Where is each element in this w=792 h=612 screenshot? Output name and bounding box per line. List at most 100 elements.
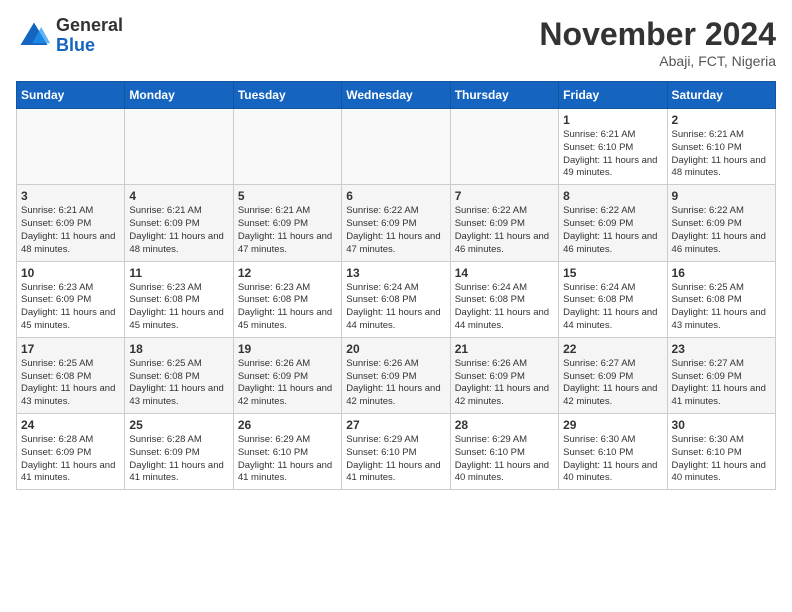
calendar-cell: 21 Sunrise: 6:26 AM Sunset: 6:09 PM Dayli… [450, 337, 558, 413]
day-info: Sunrise: 6:29 AM Sunset: 6:10 PM Dayligh… [346, 434, 445, 485]
day-number: 17 [21, 342, 120, 356]
calendar-cell: 27Sunrise: 6:29 AM Sunset: 6:10 PM Dayli… [342, 414, 450, 490]
calendar-week: 3 Sunrise: 6:21 AM Sunset: 6:09 PM Daylig… [17, 185, 776, 261]
calendar-week: 17 Sunrise: 6:25 AM Sunset: 6:08 PM Dayli… [17, 337, 776, 413]
day-number: 6 [346, 189, 445, 203]
calendar-cell: 29 Sunrise: 6:30 AM Sunset: 6:10 PM Dayli… [559, 414, 667, 490]
calendar-cell [125, 109, 233, 185]
day-number: 18 [129, 342, 228, 356]
calendar-cell: 9Sunrise: 6:22 AM Sunset: 6:09 PM Daylig… [667, 185, 775, 261]
day-info: Sunrise: 6:26 AM Sunset: 6:09 PM Dayligh… [346, 358, 445, 409]
day-info: Sunrise: 6:21 AM Sunset: 6:09 PM Dayligh… [238, 205, 337, 256]
calendar-cell: 18 Sunrise: 6:25 AM Sunset: 6:08 PM Dayli… [125, 337, 233, 413]
day-info: Sunrise: 6:28 AM Sunset: 6:09 PM Dayligh… [129, 434, 228, 485]
day-number: 28 [455, 418, 554, 432]
day-info: Sunrise: 6:22 AM Sunset: 6:09 PM Dayligh… [346, 205, 445, 256]
day-info: Sunrise: 6:29 AM Sunset: 6:10 PM Dayligh… [455, 434, 554, 485]
day-info: Sunrise: 6:21 AM Sunset: 6:09 PM Dayligh… [21, 205, 120, 256]
header: General Blue November 2024 Abaji, FCT, N… [16, 16, 776, 69]
calendar-cell [450, 109, 558, 185]
day-number: 13 [346, 266, 445, 280]
calendar-cell: 10 Sunrise: 6:23 AM Sunset: 6:09 PM Dayli… [17, 261, 125, 337]
day-info: Sunrise: 6:27 AM Sunset: 6:09 PM Dayligh… [672, 358, 771, 409]
calendar-cell [342, 109, 450, 185]
day-info: Sunrise: 6:28 AM Sunset: 6:09 PM Dayligh… [21, 434, 120, 485]
day-info: Sunrise: 6:26 AM Sunset: 6:09 PM Dayligh… [455, 358, 554, 409]
calendar-cell: 25 Sunrise: 6:28 AM Sunset: 6:09 PM Dayli… [125, 414, 233, 490]
logo: General Blue [16, 16, 123, 56]
calendar-cell: 20 Sunrise: 6:26 AM Sunset: 6:09 PM Dayli… [342, 337, 450, 413]
day-info: Sunrise: 6:24 AM Sunset: 6:08 PM Dayligh… [563, 282, 662, 333]
day-info: Sunrise: 6:30 AM Sunset: 6:10 PM Dayligh… [563, 434, 662, 485]
day-number: 21 [455, 342, 554, 356]
calendar-cell: 26 Sunrise: 6:29 AM Sunset: 6:10 PM Dayli… [233, 414, 341, 490]
day-number: 22 [563, 342, 662, 356]
calendar-cell: 19Sunrise: 6:26 AM Sunset: 6:09 PM Dayli… [233, 337, 341, 413]
calendar-cell: 13 Sunrise: 6:24 AM Sunset: 6:08 PM Dayli… [342, 261, 450, 337]
day-number: 9 [672, 189, 771, 203]
day-number: 14 [455, 266, 554, 280]
weekday-header: Thursday [450, 82, 558, 109]
header-row: SundayMondayTuesdayWednesdayThursdayFrid… [17, 82, 776, 109]
logo-blue: Blue [56, 36, 123, 56]
day-number: 2 [672, 113, 771, 127]
day-info: Sunrise: 6:23 AM Sunset: 6:08 PM Dayligh… [238, 282, 337, 333]
calendar-cell: 22 Sunrise: 6:27 AM Sunset: 6:09 PM Dayli… [559, 337, 667, 413]
day-info: Sunrise: 6:25 AM Sunset: 6:08 PM Dayligh… [129, 358, 228, 409]
day-number: 16 [672, 266, 771, 280]
calendar-cell: 6 Sunrise: 6:22 AM Sunset: 6:09 PM Daylig… [342, 185, 450, 261]
day-info: Sunrise: 6:25 AM Sunset: 6:08 PM Dayligh… [672, 282, 771, 333]
calendar-body: 1 Sunrise: 6:21 AM Sunset: 6:10 PM Daylig… [17, 109, 776, 490]
weekday-header: Wednesday [342, 82, 450, 109]
calendar-cell: 24 Sunrise: 6:28 AM Sunset: 6:09 PM Dayli… [17, 414, 125, 490]
day-info: Sunrise: 6:30 AM Sunset: 6:10 PM Dayligh… [672, 434, 771, 485]
calendar-cell: 7 Sunrise: 6:22 AM Sunset: 6:09 PM Daylig… [450, 185, 558, 261]
day-number: 20 [346, 342, 445, 356]
day-info: Sunrise: 6:21 AM Sunset: 6:10 PM Dayligh… [672, 129, 771, 180]
day-number: 7 [455, 189, 554, 203]
calendar-cell: 23Sunrise: 6:27 AM Sunset: 6:09 PM Dayli… [667, 337, 775, 413]
calendar-week: 1 Sunrise: 6:21 AM Sunset: 6:10 PM Daylig… [17, 109, 776, 185]
calendar-cell: 30 Sunrise: 6:30 AM Sunset: 6:10 PM Dayli… [667, 414, 775, 490]
day-number: 25 [129, 418, 228, 432]
day-number: 10 [21, 266, 120, 280]
calendar-cell: 14 Sunrise: 6:24 AM Sunset: 6:08 PM Dayli… [450, 261, 558, 337]
title-block: November 2024 Abaji, FCT, Nigeria [539, 16, 776, 69]
calendar: SundayMondayTuesdayWednesdayThursdayFrid… [16, 81, 776, 490]
logo-text: General Blue [56, 16, 123, 56]
day-number: 3 [21, 189, 120, 203]
day-number: 24 [21, 418, 120, 432]
day-number: 4 [129, 189, 228, 203]
day-info: Sunrise: 6:22 AM Sunset: 6:09 PM Dayligh… [455, 205, 554, 256]
calendar-week: 24 Sunrise: 6:28 AM Sunset: 6:09 PM Dayli… [17, 414, 776, 490]
location: Abaji, FCT, Nigeria [539, 53, 776, 69]
day-info: Sunrise: 6:24 AM Sunset: 6:08 PM Dayligh… [346, 282, 445, 333]
day-number: 8 [563, 189, 662, 203]
calendar-cell: 28 Sunrise: 6:29 AM Sunset: 6:10 PM Dayli… [450, 414, 558, 490]
calendar-cell: 11Sunrise: 6:23 AM Sunset: 6:08 PM Dayli… [125, 261, 233, 337]
day-info: Sunrise: 6:22 AM Sunset: 6:09 PM Dayligh… [563, 205, 662, 256]
day-number: 1 [563, 113, 662, 127]
weekday-header: Friday [559, 82, 667, 109]
day-info: Sunrise: 6:27 AM Sunset: 6:09 PM Dayligh… [563, 358, 662, 409]
day-info: Sunrise: 6:24 AM Sunset: 6:08 PM Dayligh… [455, 282, 554, 333]
day-info: Sunrise: 6:23 AM Sunset: 6:09 PM Dayligh… [21, 282, 120, 333]
calendar-cell: 12 Sunrise: 6:23 AM Sunset: 6:08 PM Dayli… [233, 261, 341, 337]
logo-icon [16, 18, 52, 54]
day-info: Sunrise: 6:29 AM Sunset: 6:10 PM Dayligh… [238, 434, 337, 485]
calendar-cell: 8 Sunrise: 6:22 AM Sunset: 6:09 PM Daylig… [559, 185, 667, 261]
calendar-cell: 3 Sunrise: 6:21 AM Sunset: 6:09 PM Daylig… [17, 185, 125, 261]
calendar-cell: 16 Sunrise: 6:25 AM Sunset: 6:08 PM Dayli… [667, 261, 775, 337]
day-number: 5 [238, 189, 337, 203]
day-number: 19 [238, 342, 337, 356]
calendar-week: 10 Sunrise: 6:23 AM Sunset: 6:09 PM Dayli… [17, 261, 776, 337]
logo-general: General [56, 16, 123, 36]
calendar-cell [17, 109, 125, 185]
day-info: Sunrise: 6:21 AM Sunset: 6:09 PM Dayligh… [129, 205, 228, 256]
weekday-header: Sunday [17, 82, 125, 109]
day-number: 30 [672, 418, 771, 432]
day-number: 12 [238, 266, 337, 280]
calendar-cell: 17Sunrise: 6:25 AM Sunset: 6:08 PM Dayli… [17, 337, 125, 413]
day-number: 26 [238, 418, 337, 432]
day-number: 29 [563, 418, 662, 432]
